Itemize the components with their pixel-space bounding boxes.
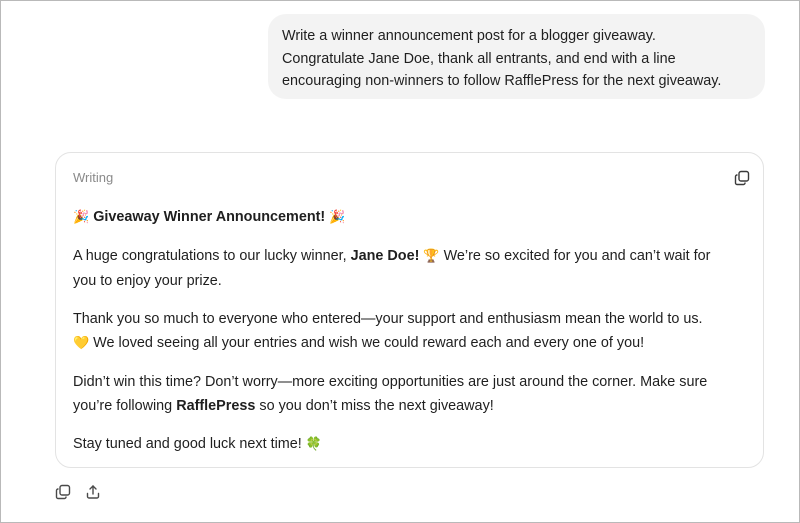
user-message-line: Write a winner announcement post for a b… (282, 28, 656, 44)
follow-text-pre: you’re following (73, 398, 177, 414)
congrats-text-cont: We’re so excited for you and can’t wait … (439, 248, 711, 264)
message-actions (53, 482, 103, 502)
party-popper-emoji: 🎉 (73, 210, 90, 225)
winner-name: Jane Doe (350, 248, 415, 264)
congrats-text: A huge congratulations to our lucky winn… (73, 248, 351, 264)
brand-name: RafflePress (176, 398, 256, 414)
closing-text: Stay tuned and good luck next time! (73, 436, 306, 452)
follow-text-post: so you don’t miss the next giveaway! (255, 398, 494, 414)
copy-icon (55, 484, 71, 500)
follow-text: Didn’t win this time? Don’t worry—more e… (73, 374, 708, 390)
response-content: 🎉 Giveaway Winner Announcement! 🎉 A huge… (73, 205, 753, 471)
writing-response-card: Writing 🎉 Giveaway Winner Announcement! … (55, 152, 764, 468)
trophy-emoji: 🏆 (423, 249, 440, 264)
thanks-text-line2: We loved seeing all your entries and wis… (89, 335, 645, 351)
user-message-line: Congratulate Jane Doe, thank all entrant… (282, 50, 676, 67)
party-popper-emoji: 🎉 (329, 210, 346, 225)
announcement-title: 🎉 Giveaway Winner Announcement! 🎉 (73, 205, 753, 230)
title-text: Giveaway Winner Announcement! (93, 209, 326, 225)
user-message-bubble: Write a winner announcement post for a b… (268, 14, 765, 99)
chat-window: Write a winner announcement post for a b… (0, 0, 800, 523)
thanks-text: Thank you so much to everyone who entere… (73, 311, 703, 327)
congrats-text-line2: you to enjoy your prize. (73, 273, 222, 289)
closing-paragraph: Stay tuned and good luck next time! 🍀 (73, 432, 753, 457)
copy-message-button[interactable] (53, 482, 73, 502)
four-leaf-clover-emoji: 🍀 (305, 437, 322, 452)
copy-button[interactable] (731, 167, 753, 189)
share-button[interactable] (83, 482, 103, 502)
follow-paragraph: Didn’t win this time? Don’t worry—more e… (73, 370, 753, 418)
thanks-paragraph: Thank you so much to everyone who entere… (73, 307, 753, 356)
congrats-paragraph: A huge congratulations to our lucky winn… (73, 244, 753, 293)
yellow-heart-emoji: 💛 (73, 336, 90, 351)
card-type-label: Writing (73, 170, 114, 185)
share-icon (86, 485, 100, 499)
user-message-line: encouraging non-winners to follow Raffle… (282, 73, 722, 89)
copy-icon (734, 170, 750, 186)
